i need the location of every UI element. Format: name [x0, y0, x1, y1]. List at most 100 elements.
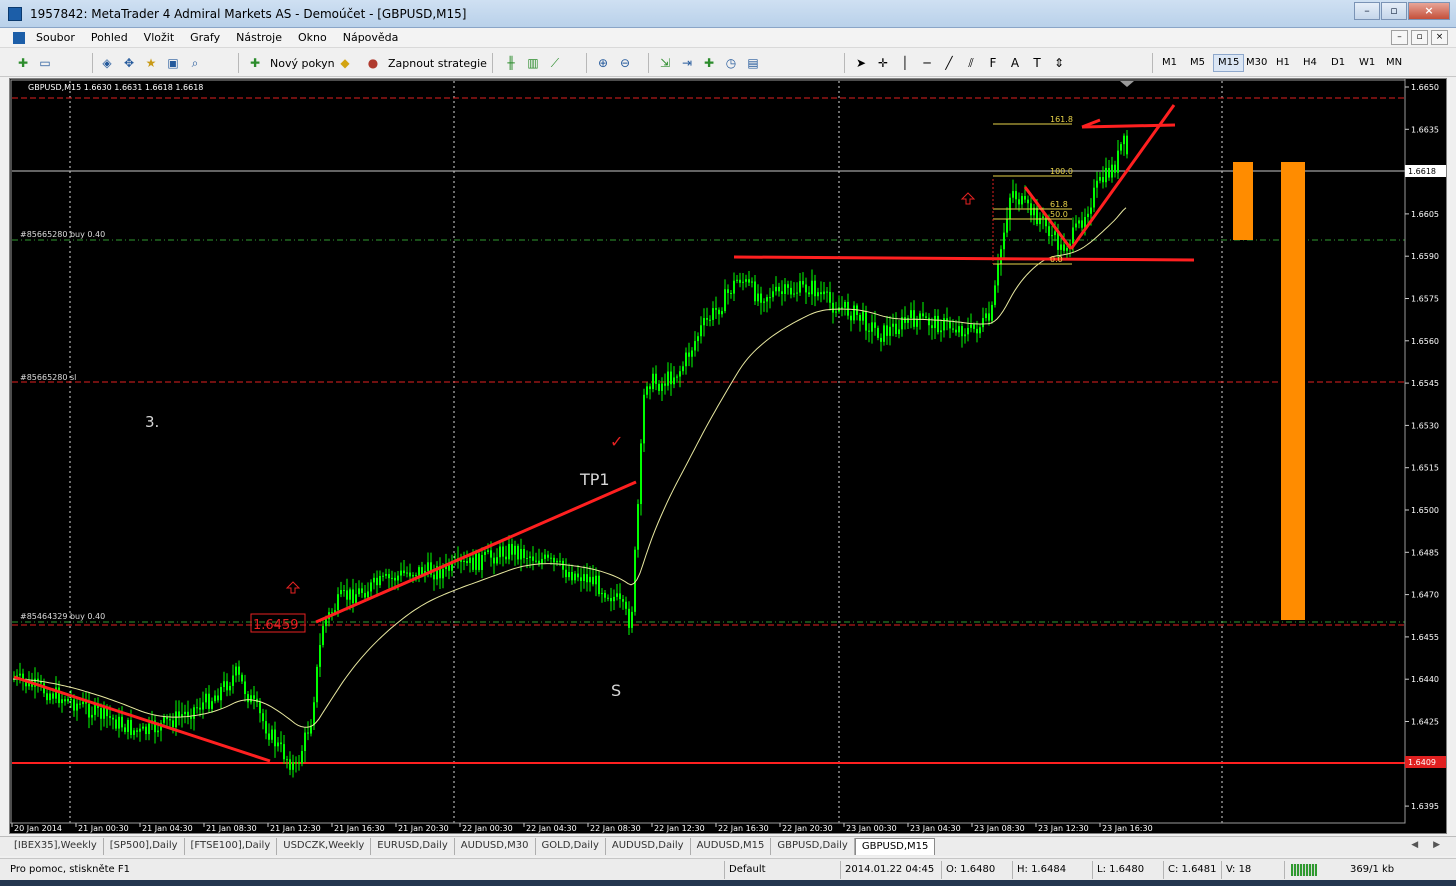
timeframe-d1[interactable]: D1	[1327, 54, 1349, 72]
menu-soubor[interactable]: Soubor	[36, 31, 75, 44]
indicators-icon[interactable]: ✚	[700, 54, 718, 72]
candle-body	[1027, 199, 1029, 204]
trendline-icon[interactable]: ╱	[940, 54, 958, 72]
chart-window[interactable]: 161.8 100.0 61.8 50.0 0.0 GBPUSD,M15 1.6630 …	[9, 78, 1447, 834]
close-button[interactable]: ×	[1408, 2, 1450, 20]
timeframe-m15[interactable]: M15	[1213, 54, 1245, 72]
candle-body	[442, 568, 444, 579]
profiles-icon[interactable]: ▭	[36, 54, 54, 72]
tester-icon[interactable]: ⌕	[186, 54, 204, 72]
tab-eurusd-daily[interactable]: EURUSD,Daily	[371, 838, 455, 855]
templates-icon[interactable]: ▤	[744, 54, 762, 72]
cursor-icon[interactable]: ➤	[852, 54, 870, 72]
time-tick-label: 23 Jan 00:30	[846, 824, 897, 833]
candle-body	[712, 308, 714, 320]
tab-gbpusd-daily[interactable]: GBPUSD,Daily	[771, 838, 855, 855]
candle-body	[502, 546, 504, 557]
candle-body	[691, 350, 693, 357]
zoom-in-icon[interactable]: ⊕	[594, 54, 612, 72]
candle-body	[373, 577, 375, 583]
candle-body	[748, 279, 750, 283]
horizontal-line-icon[interactable]: ─	[918, 54, 936, 72]
timeframe-h4[interactable]: H4	[1299, 54, 1321, 72]
menu-okno[interactable]: Okno	[298, 31, 327, 44]
time-tick-label: 23 Jan 12:30	[1038, 824, 1089, 833]
tab-gbpusd-m15[interactable]: GBPUSD,M15	[854, 838, 936, 855]
market-watch-icon[interactable]: ◈	[98, 54, 116, 72]
candle-body	[229, 685, 231, 691]
entry-price-label: 1.6459	[253, 618, 299, 633]
menu-nastroje[interactable]: Nástroje	[236, 31, 282, 44]
fibonacci-icon[interactable]: F	[984, 54, 1002, 72]
new-order-button[interactable]: ✚ Nový pokyn	[246, 53, 335, 73]
candle-body	[673, 377, 675, 385]
current-price-label: 1.6618	[1408, 167, 1436, 176]
order-label-buy-bottom: #85464329 buy 0.40	[20, 612, 105, 621]
auto-scroll-icon[interactable]: ⇲	[656, 54, 674, 72]
text-label-icon[interactable]: T	[1028, 54, 1046, 72]
timeframe-m1[interactable]: M1	[1158, 54, 1181, 72]
tab-sp500-daily[interactable]: [SP500],Daily	[104, 838, 185, 855]
candle-body	[646, 386, 648, 395]
candle-body	[1072, 227, 1074, 244]
tab-usdczk-weekly[interactable]: USDCZK,Weekly	[277, 838, 372, 855]
data-window-icon[interactable]: ✥	[120, 54, 138, 72]
arrows-icon[interactable]: ⇕	[1050, 54, 1068, 72]
bar-chart-icon[interactable]: ╫	[502, 54, 520, 72]
meta-editor-icon[interactable]: ◆	[336, 54, 354, 72]
text-icon[interactable]: A	[1006, 54, 1024, 72]
navigator-icon[interactable]: ★	[142, 54, 160, 72]
status-bar: Pro pomoc, stiskněte F1 Default 2014.01.…	[0, 858, 1456, 880]
timeframe-m30[interactable]: M30	[1242, 54, 1271, 72]
timeframe-h1[interactable]: H1	[1272, 54, 1294, 72]
tab-gold-daily[interactable]: GOLD,Daily	[536, 838, 606, 855]
tab-ibex35-weekly[interactable]: [IBEX35],Weekly	[8, 838, 104, 855]
child-close-button[interactable]: ×	[1431, 30, 1448, 45]
timeframe-m5[interactable]: M5	[1186, 54, 1209, 72]
menu-pohled[interactable]: Pohled	[91, 31, 128, 44]
maximize-button[interactable]: ▫	[1381, 2, 1407, 20]
time-tick-label: 21 Jan 04:30	[142, 824, 193, 833]
candle-body	[595, 575, 597, 585]
candle-body	[1081, 220, 1083, 228]
menu-napoveda[interactable]: Nápověda	[343, 31, 399, 44]
price-tick-label: 1.6605	[1411, 210, 1439, 219]
price-tick-label: 1.6455	[1411, 633, 1439, 642]
price-chart[interactable]: 161.8 100.0 61.850.0 0.0 GBPUSD,M15 1.6630 …	[10, 79, 1446, 833]
toolbar: ✚ ▭ ◈ ✥ ★ ▣ ⌕ ✚ Nový pokyn ◆ ● Zapnout s…	[0, 49, 1456, 77]
status-high: H: 1.6484	[1017, 864, 1067, 875]
candle-body	[319, 644, 321, 667]
candlestick-icon[interactable]: ▥	[524, 54, 542, 72]
vertical-line-icon[interactable]: │	[896, 54, 914, 72]
tab-ftse100-daily[interactable]: [FTSE100],Daily	[185, 838, 278, 855]
candle-body	[292, 762, 294, 770]
timeframe-w1[interactable]: W1	[1355, 54, 1379, 72]
menu-vlozit[interactable]: Vložit	[144, 31, 174, 44]
candle-body	[346, 590, 348, 600]
chart-window-icon[interactable]	[13, 32, 25, 44]
menu-grafy[interactable]: Grafy	[190, 31, 220, 44]
candle-body	[916, 319, 918, 327]
chart-shift-icon[interactable]: ⇥	[678, 54, 696, 72]
child-restore-button[interactable]: ▫	[1411, 30, 1428, 45]
candle-body	[277, 742, 279, 747]
periods-icon[interactable]: ◷	[722, 54, 740, 72]
terminal-icon[interactable]: ▣	[164, 54, 182, 72]
candle-body	[307, 732, 309, 734]
crosshair-icon[interactable]: ✛	[874, 54, 892, 72]
child-minimize-button[interactable]: –	[1391, 30, 1408, 45]
new-chart-icon[interactable]: ✚	[14, 54, 32, 72]
candle-body	[802, 281, 804, 285]
line-chart-icon[interactable]: ⟋	[546, 54, 564, 72]
minimize-button[interactable]: –	[1354, 2, 1380, 20]
tab-audusd-daily[interactable]: AUDUSD,Daily	[606, 838, 691, 855]
candle-body	[769, 297, 771, 299]
candle-body	[841, 307, 843, 309]
zoom-out-icon[interactable]: ⊖	[616, 54, 634, 72]
tab-scroll-arrows[interactable]: ◀ ▶	[1411, 840, 1446, 850]
equidistant-channel-icon[interactable]: ⫽	[962, 54, 980, 72]
auto-trading-button[interactable]: ● Zapnout strategie	[364, 53, 487, 73]
tab-audusd-m15[interactable]: AUDUSD,M15	[691, 838, 772, 855]
tab-audusd-m30[interactable]: AUDUSD,M30	[455, 838, 536, 855]
timeframe-mn[interactable]: MN	[1382, 54, 1406, 72]
